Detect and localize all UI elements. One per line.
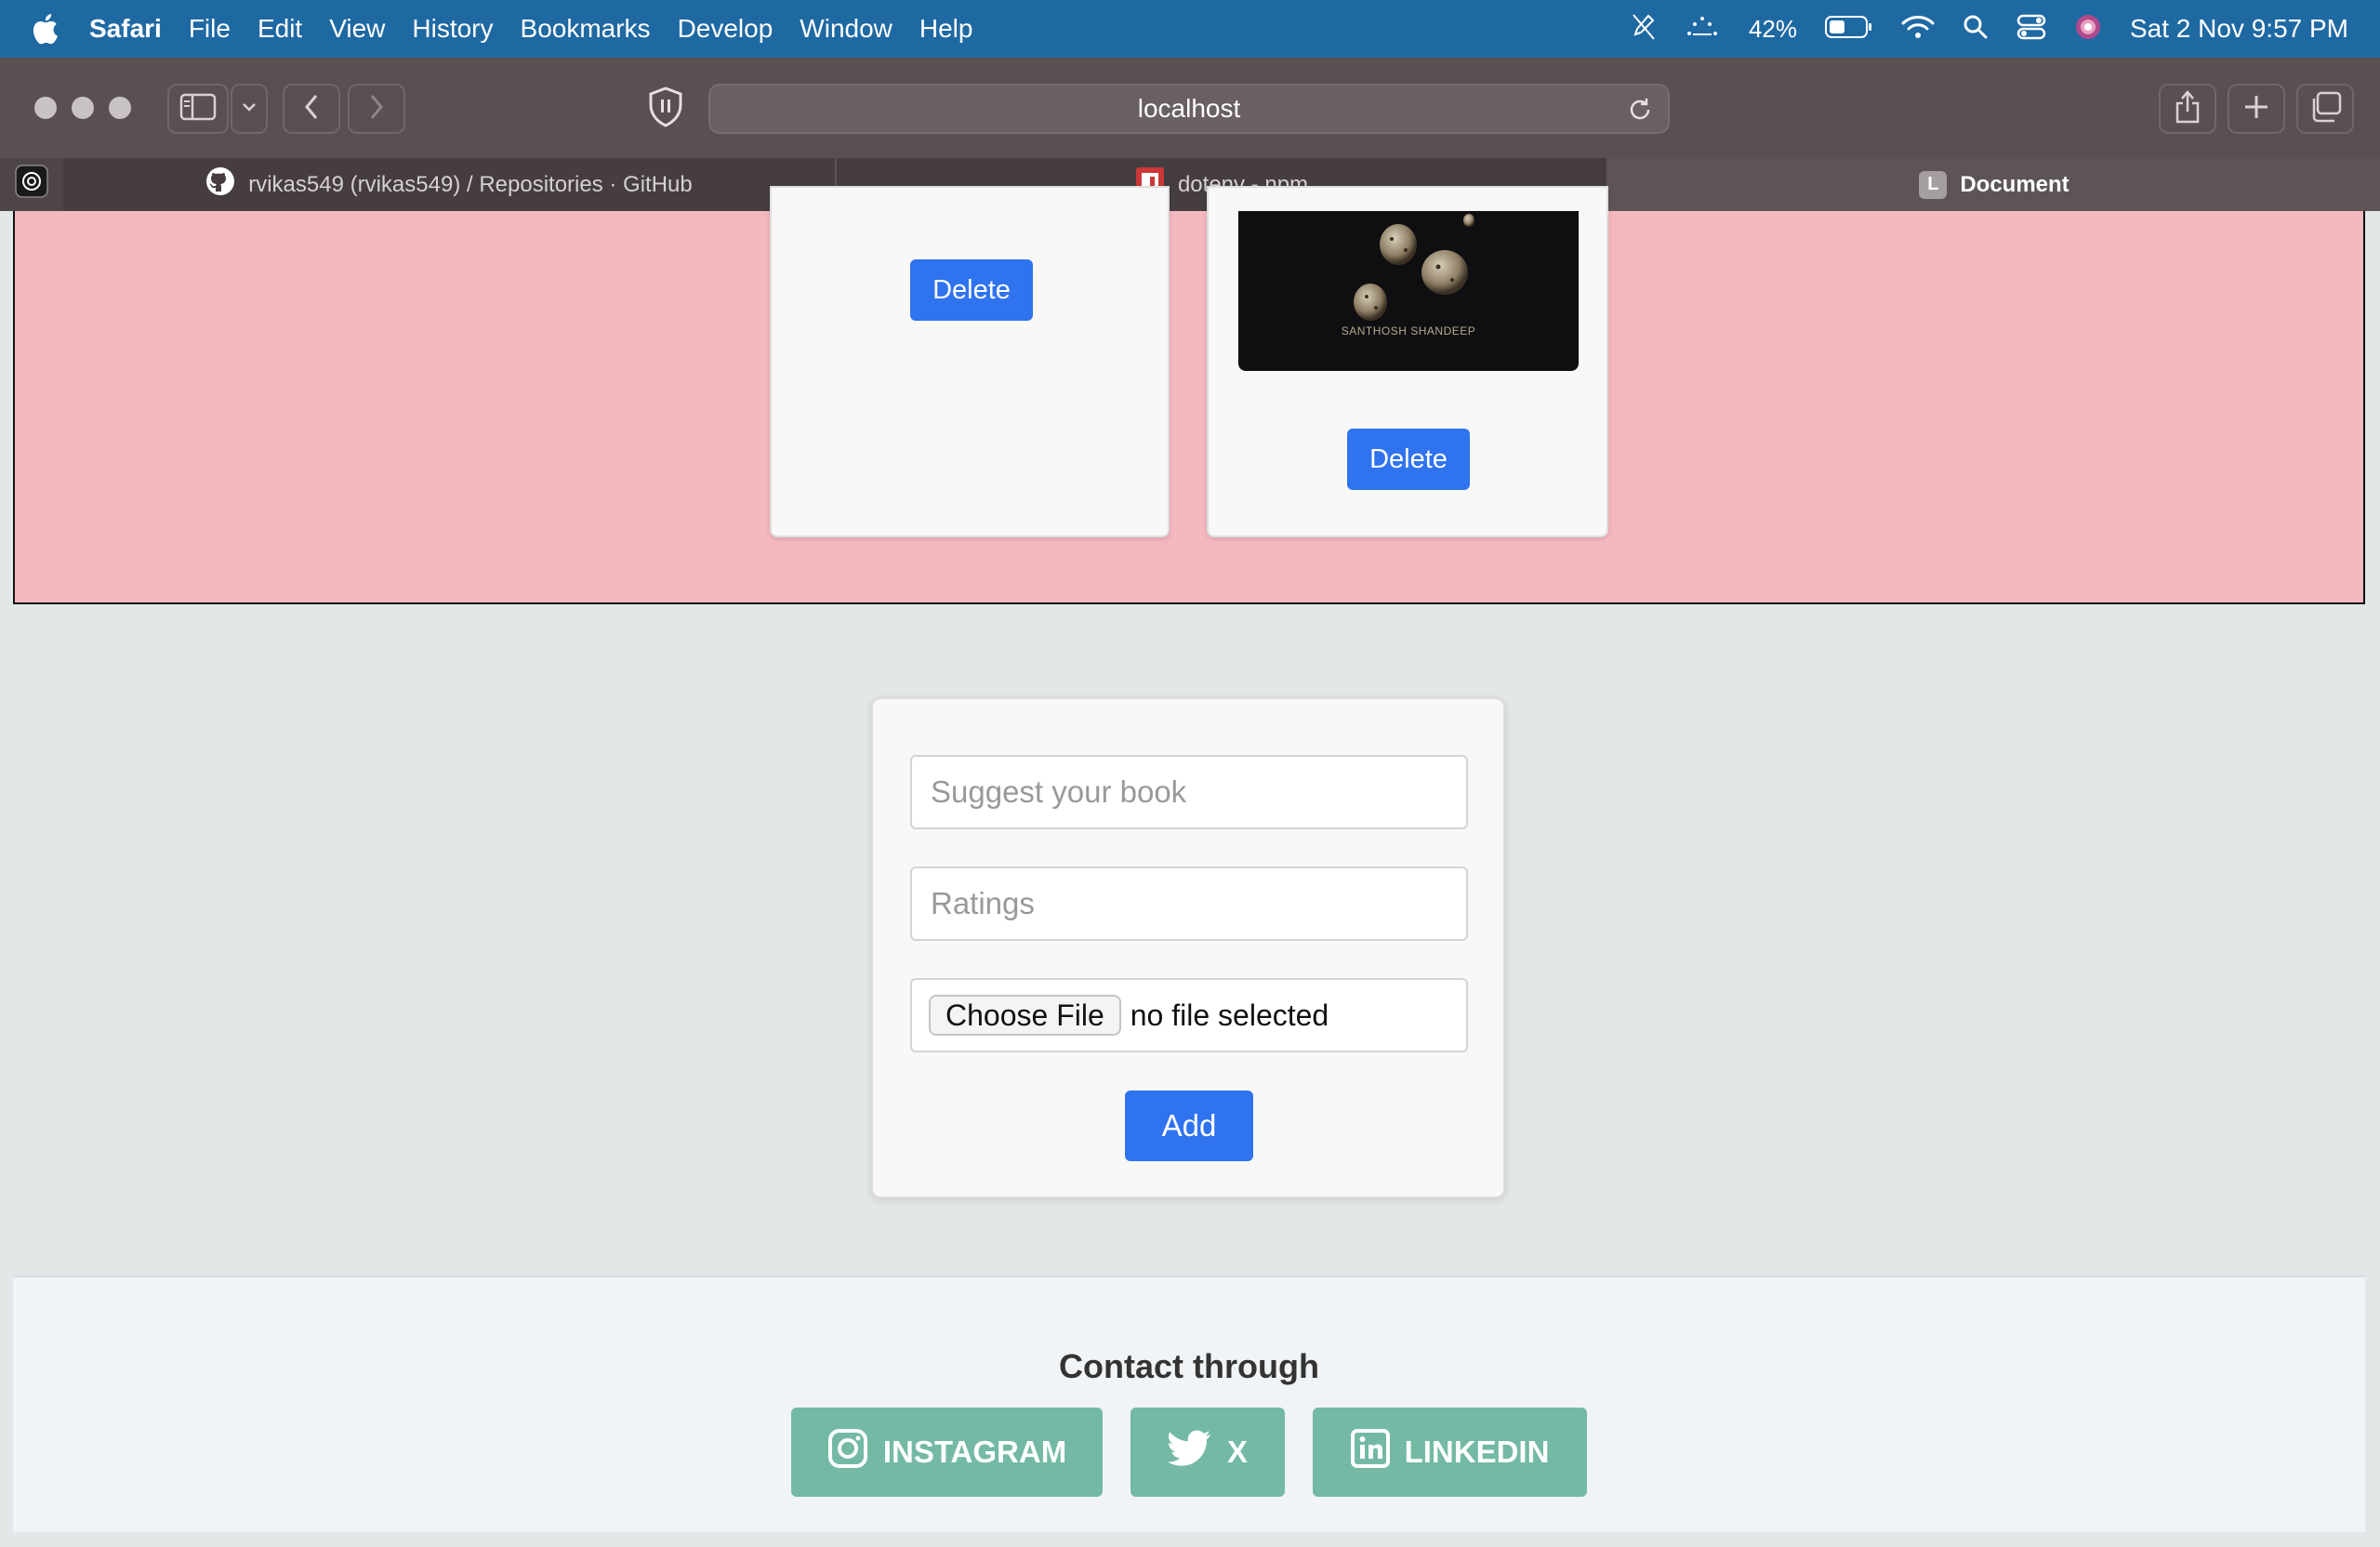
book-card: Delete — [770, 186, 1170, 537]
status-area: 42% Sat 2 Nov 9:57 PM — [1632, 0, 2348, 58]
choose-file-button[interactable]: Choose File — [929, 995, 1121, 1036]
tab-overview-button[interactable] — [2296, 84, 2354, 134]
x-label: X — [1226, 1435, 1248, 1469]
linkedin-button[interactable]: LINKEDIN — [1313, 1408, 1587, 1497]
instagram-icon — [827, 1428, 868, 1476]
chevron-left-icon — [302, 93, 321, 126]
apple-menu-icon[interactable] — [0, 0, 89, 58]
weather-dots-icon[interactable] — [1684, 13, 1721, 46]
menu-app-safari[interactable]: Safari — [89, 14, 162, 44]
document-letter-icon: L — [1919, 170, 1948, 199]
suggest-book-form: Suggest your book Ratings Choose File no… — [871, 697, 1505, 1198]
wifi-icon[interactable] — [1901, 14, 1935, 45]
menu-edit[interactable]: Edit — [258, 14, 302, 44]
macos-menu-bar: Safari File Edit View History Bookmarks … — [0, 0, 2380, 58]
contact-footer: Contact through INSTAGRAM X LINKEDIN — [13, 1276, 2365, 1532]
twitter-bird-icon — [1167, 1430, 1212, 1474]
tab-bar: rvikas549 (rvikas549) / Repositories · G… — [0, 158, 2380, 211]
delete-button[interactable]: Delete — [1347, 429, 1470, 490]
battery-icon[interactable] — [1824, 15, 1873, 44]
ratings-input[interactable]: Ratings — [910, 866, 1468, 941]
privacy-shield-button[interactable] — [641, 84, 690, 134]
linkedin-label: LINKEDIN — [1404, 1435, 1550, 1469]
chevron-down-icon — [241, 100, 258, 118]
add-button[interactable]: Add — [1125, 1091, 1253, 1161]
cover-caption: SANTHOSH SHANDEEP — [1341, 324, 1476, 337]
book-cover-image: SANTHOSH SHANDEEP — [1238, 211, 1579, 371]
x-twitter-button[interactable]: X — [1130, 1408, 1285, 1497]
instagram-label: INSTAGRAM — [882, 1435, 1067, 1469]
sidebar-toggle-button[interactable] — [167, 84, 229, 134]
siri-icon[interactable] — [2074, 13, 2102, 46]
menu-view[interactable]: View — [329, 14, 385, 44]
contact-heading: Contact through — [1059, 1347, 1319, 1385]
pen-slash-icon[interactable] — [1632, 13, 1656, 46]
tab-overview-icon — [2308, 91, 2342, 127]
control-center-icon[interactable] — [2016, 14, 2046, 45]
menu-develop[interactable]: Develop — [678, 14, 774, 44]
menu-help[interactable]: Help — [919, 14, 973, 44]
chevron-right-icon — [367, 93, 386, 126]
share-icon — [2174, 89, 2202, 129]
quail-eggs-illustration — [1354, 214, 1474, 321]
battery-percent: 42% — [1748, 14, 1797, 43]
github-icon — [205, 166, 235, 203]
plus-icon — [2242, 93, 2270, 126]
chatgpt-icon — [15, 165, 48, 205]
tab-title: rvikas549 (rvikas549) / Repositories · G… — [248, 171, 693, 197]
linkedin-icon — [1350, 1429, 1390, 1475]
address-bar[interactable]: localhost — [708, 84, 1670, 134]
zoom-window-button[interactable] — [109, 97, 131, 119]
forward-button[interactable] — [348, 84, 405, 134]
instagram-button[interactable]: INSTAGRAM — [791, 1408, 1103, 1497]
share-button[interactable] — [2159, 84, 2216, 134]
new-tab-button[interactable] — [2228, 84, 2285, 134]
minimize-window-button[interactable] — [72, 97, 94, 119]
shield-icon — [647, 86, 684, 132]
file-status-text: no file selected — [1130, 998, 1329, 1032]
close-window-button[interactable] — [34, 97, 57, 119]
menu-bookmarks[interactable]: Bookmarks — [521, 14, 651, 44]
reload-icon[interactable] — [1627, 97, 1653, 129]
pinned-tab-chatgpt[interactable] — [0, 158, 63, 211]
file-input[interactable]: Choose File no file selected — [910, 978, 1468, 1052]
books-section — [13, 211, 2365, 604]
menubar-clock[interactable]: Sat 2 Nov 9:57 PM — [2130, 14, 2348, 44]
url-text[interactable]: localhost — [1138, 94, 1241, 124]
book-name-input[interactable]: Suggest your book — [910, 755, 1468, 829]
sidebar-icon — [179, 93, 217, 126]
spotlight-search-icon[interactable] — [1963, 14, 1989, 45]
menu-file[interactable]: File — [189, 14, 231, 44]
tab-document[interactable]: L Document — [1608, 158, 2380, 211]
menu-window[interactable]: Window — [800, 14, 892, 44]
tab-title: Document — [1960, 171, 2069, 197]
back-button[interactable] — [283, 84, 340, 134]
tab-github[interactable]: rvikas549 (rvikas549) / Repositories · G… — [63, 158, 837, 211]
menu-history[interactable]: History — [412, 14, 493, 44]
tab-group-menu-button[interactable] — [231, 84, 268, 134]
delete-button[interactable]: Delete — [910, 259, 1033, 321]
